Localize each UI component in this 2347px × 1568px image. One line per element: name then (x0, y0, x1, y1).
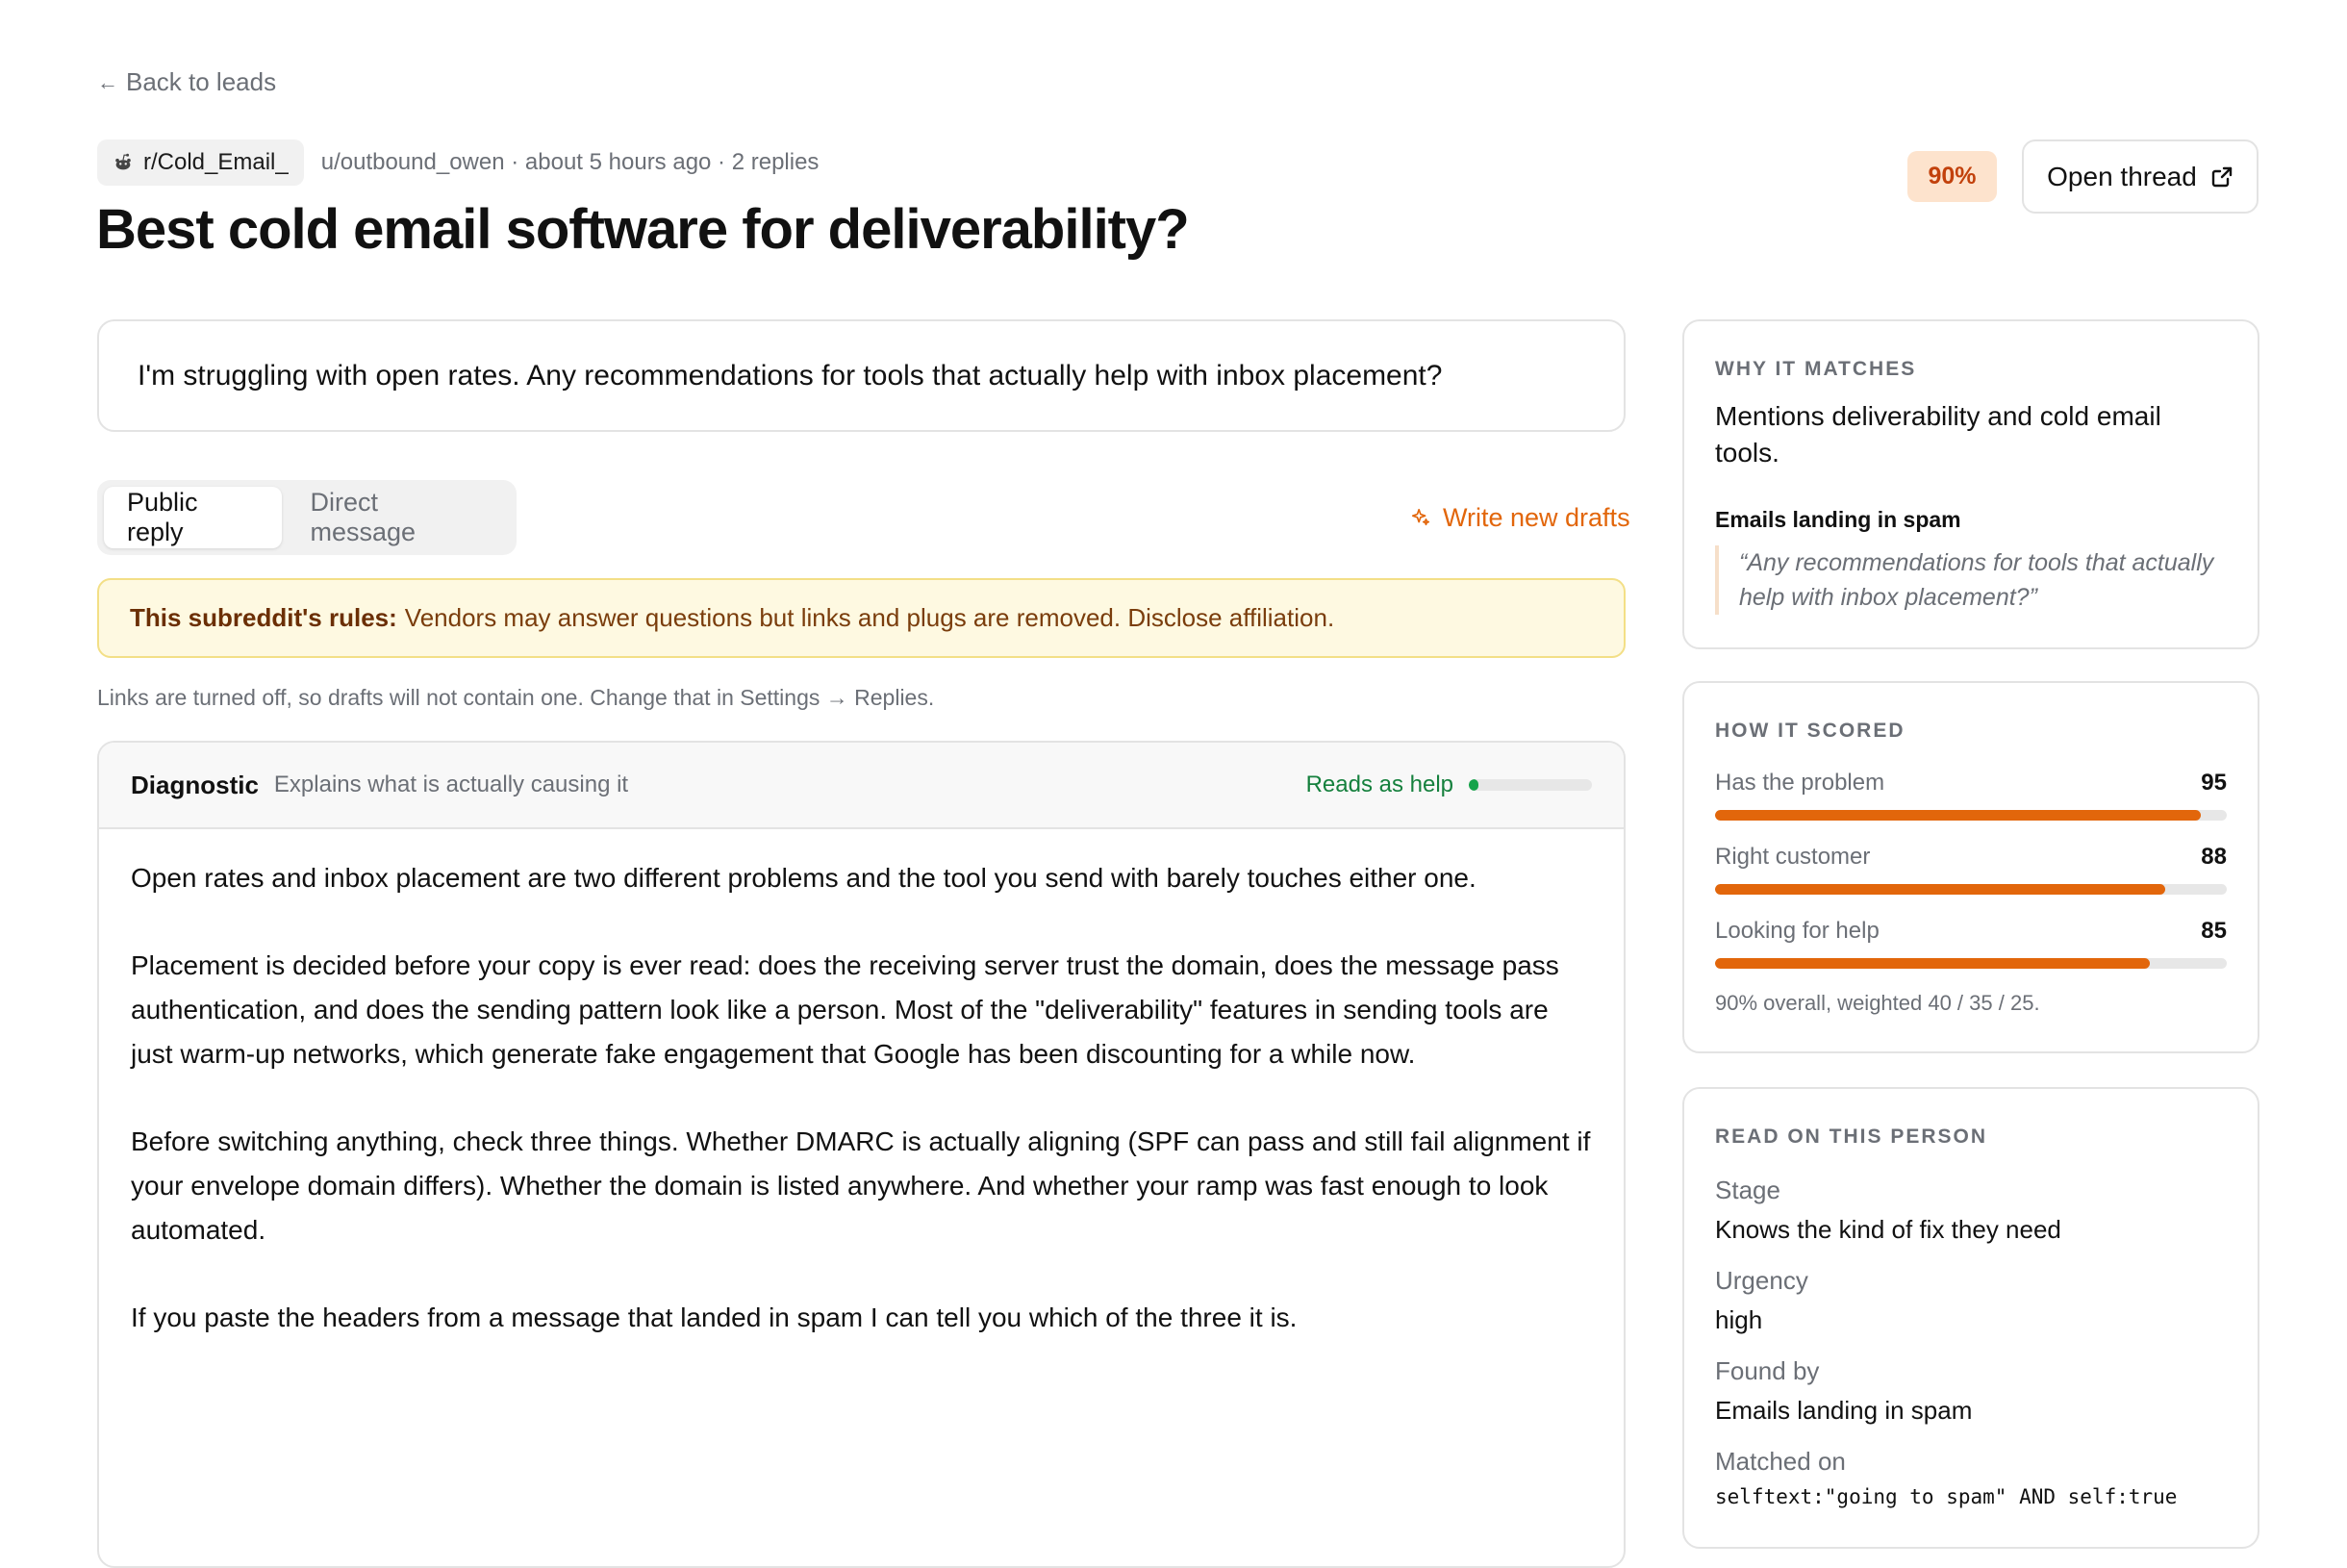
field-label: Found by (1715, 1356, 1820, 1385)
back-label: Back to leads (126, 67, 277, 96)
tab-direct-message[interactable]: Direct message (288, 487, 510, 548)
draft-header: Diagnostic Explains what is actually cau… (99, 743, 1624, 829)
links-disabled-note: Links are turned off, so drafts will not… (97, 685, 935, 710)
draft-paragraph: Open rates and inbox placement are two d… (131, 863, 1476, 893)
subreddit-rules-banner: This subreddit's rules: Vendors may answ… (97, 578, 1626, 658)
write-new-drafts-button[interactable]: Write new drafts (1410, 498, 1630, 537)
post-body: I'm struggling with open rates. Any reco… (97, 319, 1626, 432)
field-label: Matched on (1715, 1447, 1846, 1476)
field-value-code: selftext:"going to spam" AND self:true (1715, 1485, 2178, 1508)
reads-as-help-label: Reads as help (1305, 771, 1453, 797)
metric-label: Right customer (1715, 844, 1871, 870)
metric-fill (1715, 810, 2202, 821)
tab-public-reply[interactable]: Public reply (104, 487, 282, 548)
draft-description: Explains what is actually causing it (273, 771, 629, 797)
field-matched-on: Matched on selftext:"going to spam" AND … (1715, 1445, 2227, 1508)
reads-as-help-fill (1469, 779, 1479, 791)
field-found-by: Found by Emails landing in spam (1715, 1354, 2227, 1428)
metric-looking-for-help: Looking for help 85 (1715, 918, 2227, 969)
person-heading: READ ON THIS PERSON (1715, 1125, 1988, 1148)
open-thread-button[interactable]: Open thread (2022, 139, 2259, 214)
metric-value: 95 (2201, 770, 2227, 796)
field-value: high (1715, 1305, 1763, 1334)
external-link-icon (2211, 166, 2233, 187)
field-label: Urgency (1715, 1266, 1808, 1295)
reddit-icon (115, 153, 131, 170)
metric-track (1715, 958, 2227, 969)
reads-as-help-meter: Reads as help (1306, 743, 1592, 827)
score-summary: 90% overall, weighted 40 / 35 / 25. (1715, 991, 2040, 1015)
read-on-this-person-card: READ ON THIS PERSON Stage Knows the kind… (1682, 1087, 2259, 1549)
field-value: Knows the kind of fix they need (1715, 1215, 2061, 1244)
reply-type-tabs: Public reply Direct message (97, 480, 517, 555)
post-author-time: u/outbound_owen · about 5 hours ago · 2 … (320, 149, 820, 175)
post-title: Best cold email software for deliverabil… (96, 198, 1190, 261)
subreddit-chip[interactable]: r/Cold_Email_ (97, 139, 304, 186)
metric-fill (1715, 884, 2166, 895)
metric-track (1715, 810, 2227, 821)
metric-fill (1715, 958, 2151, 969)
scored-heading: HOW IT SCORED (1715, 720, 1905, 742)
reads-as-help-track (1469, 779, 1592, 791)
post-body-text: I'm struggling with open rates. Any reco… (138, 359, 1443, 392)
subreddit-name: r/Cold_Email_ (143, 149, 289, 175)
metric-value: 88 (2201, 844, 2227, 870)
draft-card: Diagnostic Explains what is actually cau… (97, 741, 1626, 1568)
draft-paragraph: Placement is decided before your copy is… (131, 950, 1559, 1069)
back-to-leads-link[interactable]: ← Back to leads (97, 67, 276, 97)
draft-name: Diagnostic (131, 770, 259, 799)
field-stage: Stage Knows the kind of fix they need (1715, 1174, 2227, 1247)
matched-signal: Emails landing in spam (1715, 507, 1961, 532)
open-thread-label: Open thread (2047, 161, 2197, 191)
sparkle-icon (1411, 508, 1430, 526)
metric-label: Has the problem (1715, 770, 1885, 796)
why-text: Mentions deliverability and cold email t… (1715, 401, 2161, 468)
metric-value: 85 (2201, 918, 2227, 944)
rules-text: Vendors may answer questions but links a… (404, 603, 1335, 632)
arrow-left-icon: ← (97, 69, 118, 94)
draft-paragraph: If you paste the headers from a message … (131, 1302, 1298, 1332)
match-score-badge: 90% (1907, 151, 1997, 202)
draft-body[interactable]: Open rates and inbox placement are two d… (99, 829, 1624, 1340)
matched-quote: “Any recommendations for tools that actu… (1715, 545, 2219, 615)
why-heading: WHY IT MATCHES (1715, 358, 1917, 380)
lead-detail-page: ← Back to leads r/Cold_Email_ u/outbound… (0, 0, 2347, 1568)
field-label: Stage (1715, 1176, 1780, 1204)
metric-track (1715, 884, 2227, 895)
metric-has-the-problem: Has the problem 95 (1715, 770, 2227, 821)
field-value: Emails landing in spam (1715, 1396, 1973, 1425)
draft-paragraph: Before switching anything, check three t… (131, 1126, 1591, 1245)
rules-label: This subreddit's rules: (130, 603, 397, 632)
how-it-scored-card: HOW IT SCORED Has the problem 95 Right c… (1682, 681, 2259, 1053)
write-new-drafts-label: Write new drafts (1443, 502, 1630, 532)
field-urgency: Urgency high (1715, 1264, 2227, 1337)
metric-label: Looking for help (1715, 918, 1880, 944)
post-meta: r/Cold_Email_ u/outbound_owen · about 5 … (97, 139, 819, 186)
metric-right-customer: Right customer 88 (1715, 844, 2227, 895)
why-it-matches-card: WHY IT MATCHES Mentions deliverability a… (1682, 319, 2259, 649)
